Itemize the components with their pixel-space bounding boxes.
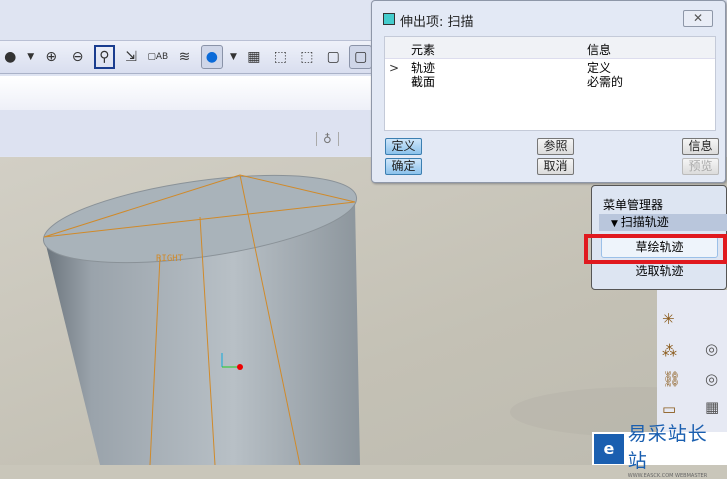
menu-title: 菜单管理器 — [603, 198, 664, 212]
menu-item-select-trajectory[interactable]: 选取轨迹 — [601, 262, 718, 280]
merge-icon[interactable]: ◎ — [705, 370, 718, 388]
element-info: 定义 — [587, 61, 612, 75]
preview-button: 预览 — [682, 158, 719, 175]
sweep-feature-dialog: 伸出项: 扫描 ✕ 元素 信息 > 轨迹 定义 截面 必需的 定义 确定 参照 … — [371, 0, 726, 183]
reorient-icon[interactable]: ⇲ — [121, 45, 141, 69]
shaded-icon[interactable]: ▢ — [349, 45, 372, 69]
datum-label: RIGHT — [156, 254, 184, 264]
dialog-title: 伸出项: 扫描 — [400, 15, 474, 30]
references-button[interactable]: 参照 — [537, 138, 574, 155]
hidden-line-icon[interactable]: ⬚ — [297, 45, 317, 69]
pattern-icon[interactable]: ▦ — [705, 398, 719, 416]
dropdown-icon[interactable]: ▼ — [26, 45, 35, 69]
watermark-text: 易采站长站 — [627, 422, 708, 472]
display-style-icon[interactable]: ● — [200, 45, 224, 69]
refit-icon[interactable]: ⚲ — [93, 45, 115, 69]
status-area: ♁ — [0, 110, 372, 156]
zoom-out-icon[interactable]: ⊖ — [67, 45, 87, 69]
collapse-icon: ▼ — [611, 219, 621, 229]
watermark-logo: e — [594, 433, 624, 464]
cancel-button[interactable]: 取消 — [537, 158, 574, 175]
watermark-subtext: WWW.EASCK.COM WEBMASTER — [627, 472, 708, 479]
column-element: 元素 — [411, 43, 436, 57]
saved-views-icon[interactable]: ▢AB — [147, 45, 168, 69]
datum-plane-icon[interactable]: ▭ — [662, 400, 676, 418]
close-button[interactable]: ✕ — [683, 10, 713, 27]
view-toolbar: ● ▼ ⊕ ⊖ ⚲ ⇲ ▢AB ≋ ● ▼ ▦ ⬚ ⬚ ▢ ▢ — [0, 40, 372, 74]
watermark: e 易采站长站 WWW.EASCK.COM WEBMASTER — [592, 423, 727, 479]
info-button[interactable]: 信息 — [682, 138, 719, 155]
filter-icon[interactable]: ♁ — [316, 132, 339, 146]
current-marker: > — [389, 61, 400, 75]
element-name: 轨迹 — [411, 61, 436, 75]
zoom-in-icon[interactable]: ⊕ — [41, 45, 61, 69]
feature-icon — [383, 13, 395, 25]
element-table: 元素 信息 > 轨迹 定义 截面 必需的 — [384, 36, 716, 131]
wireframe-icon[interactable]: ⬚ — [270, 45, 290, 69]
shading-icon[interactable]: ● — [0, 45, 20, 69]
chain-icon[interactable]: ⛓ — [662, 370, 681, 388]
table-row[interactable]: > 轨迹 定义 — [385, 61, 715, 75]
column-info: 信息 — [587, 43, 612, 57]
toolbar-strip — [0, 76, 372, 110]
highlight-box — [584, 234, 727, 264]
table-row[interactable]: 截面 必需的 — [385, 75, 715, 89]
define-button[interactable]: 定义 — [385, 138, 422, 155]
intersect-icon[interactable]: ◎ — [705, 340, 718, 358]
model-tree-snapshot-icon[interactable]: ▦ — [244, 45, 264, 69]
table-header: 元素 信息 — [385, 37, 715, 59]
no-hidden-icon[interactable]: ▢ — [323, 45, 343, 69]
section-label: 扫描轨迹 — [620, 215, 669, 229]
offset-point-icon[interactable]: ⁂ — [662, 342, 677, 360]
element-info: 必需的 — [587, 75, 624, 89]
dropdown-icon[interactable]: ▼ — [229, 45, 238, 69]
datum-point-icon[interactable]: ✳ — [662, 310, 675, 328]
layers-icon[interactable]: ≋ — [174, 45, 194, 69]
menu-section-sweep-trajectory[interactable]: ▼ 扫描轨迹 — [599, 214, 727, 231]
ok-button[interactable]: 确定 — [385, 158, 422, 175]
element-name: 截面 — [411, 75, 436, 89]
